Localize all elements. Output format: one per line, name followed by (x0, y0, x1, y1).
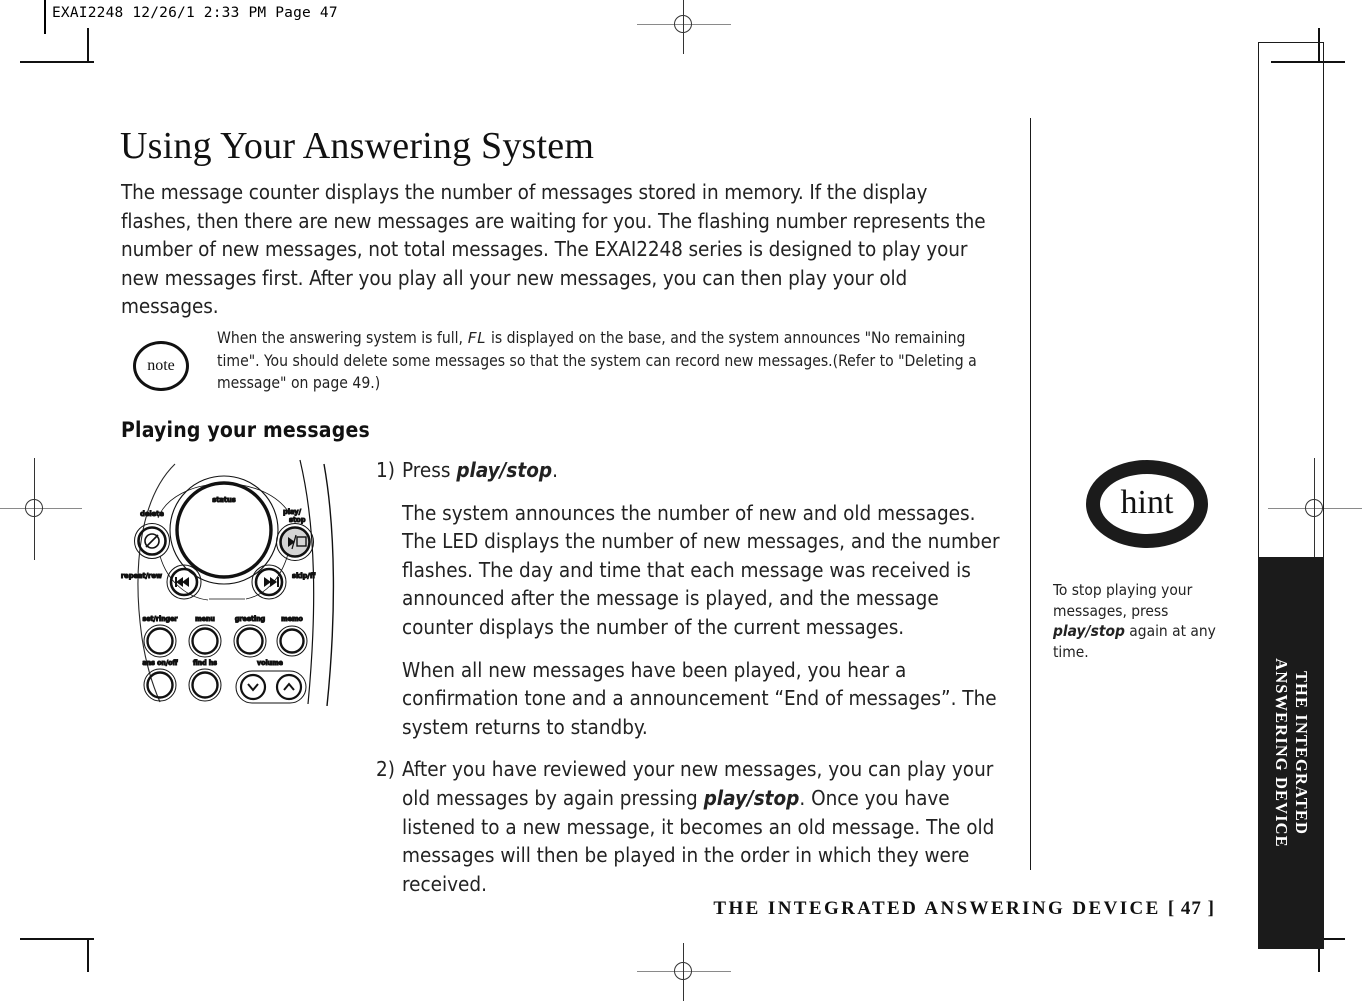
set-ringer-label: set/ringer (143, 615, 179, 623)
step-paragraph: The system announces the number of new a… (402, 500, 1000, 639)
note-lcd-value: FL (467, 329, 487, 347)
status-dial-outer-ring (169, 475, 279, 585)
crop-mark-bl-v (87, 938, 89, 972)
volume-label: volume (257, 659, 283, 667)
side-tab-line-2: ANSWERING DEVICE (1272, 658, 1291, 848)
rew-icon-tri-1 (182, 577, 189, 587)
rew-icon-tri-2 (176, 577, 183, 587)
menu-label: menu (195, 615, 215, 623)
body-outline-right-outer (323, 463, 335, 706)
step-lead-bold: play/stop (456, 458, 553, 482)
hint-text: To stop playing your messages, press pla… (1053, 580, 1221, 662)
memo-button (279, 628, 305, 654)
footer-running-head: THE INTEGRATED ANSWERING DEVICE (713, 898, 1161, 919)
step-body: After you have reviewed your new message… (402, 755, 1004, 898)
page-title: Using Your Answering System (120, 125, 595, 167)
side-tab-line-1: THE INTEGRATED (1292, 670, 1311, 836)
find-hs-label: find hs (193, 659, 217, 667)
printer-slug: EXAI2248 12/26/1 2:33 PM Page 47 (52, 5, 338, 21)
skip-ff-label: skip/ff (292, 571, 316, 580)
intro-paragraph: The message counter displays the number … (121, 180, 986, 318)
rew-icon-bar (175, 577, 177, 587)
delete-label: delete (140, 509, 164, 518)
note-text-before: When the answering system is full, (217, 329, 463, 347)
step-item-1: 1) Press play/stop. The system announces… (376, 456, 1004, 741)
crop-mark-tl-h (20, 61, 94, 63)
slug-rule (44, 0, 46, 34)
side-tab-label: THE INTEGRATED ANSWERING DEVICE (1258, 557, 1324, 949)
menu-button-outer (188, 624, 222, 658)
ans-on-off-label: ans on/off (142, 659, 178, 667)
set-ringer-button-outer (143, 624, 177, 658)
play-stop-label-line2: stop (289, 515, 306, 524)
note-text: When the answering system is full, FL is… (217, 327, 1005, 395)
status-label: status (212, 495, 236, 504)
hint-text-bold: play/stop (1053, 622, 1125, 640)
set-ringer-button (146, 627, 174, 655)
volume-up-icon (283, 682, 295, 691)
body-outline-right-inner (299, 459, 315, 705)
ans-on-off-button (146, 671, 174, 699)
note-callout: note When the answering system is full, … (133, 327, 1013, 395)
step-text-bold: play/stop (703, 785, 800, 810)
repeat-rew-label: repeat/rew (121, 571, 162, 580)
step-number: 1) (376, 458, 395, 482)
steps-list: 1) Press play/stop. The system announces… (376, 456, 1004, 912)
step-item-2: 2) After you have reviewed your new mess… (376, 755, 1004, 898)
memo-label: memo (281, 615, 303, 623)
step-body: Press play/stop. The system announces th… (402, 456, 1004, 741)
registration-mark-left (0, 458, 82, 560)
page-number: [ 47 ] (1167, 898, 1215, 919)
crop-mark-bl-h (20, 938, 94, 940)
step-paragraph: After you have reviewed your new message… (402, 755, 1004, 898)
greeting-button-outer (233, 624, 267, 658)
find-hs-button (191, 671, 219, 699)
ans-on-off-button-outer (143, 668, 177, 702)
step-lead-before: Press (402, 458, 457, 482)
find-hs-button-outer (188, 668, 222, 702)
registration-mark-top (637, 0, 731, 54)
note-badge-label: note (147, 357, 175, 374)
registration-mark-bottom (637, 943, 731, 1001)
volume-down-button (239, 673, 267, 701)
greeting-label: greeting (235, 615, 265, 623)
step-paragraph: When all new messages have been played, … (402, 657, 997, 739)
content-divider (1030, 118, 1032, 870)
section-subheading: Playing your messages (121, 418, 370, 442)
step-number: 2) (376, 757, 395, 782)
note-badge: note (133, 341, 189, 391)
delete-icon-slash (145, 534, 159, 548)
greeting-button (236, 627, 264, 655)
footer: THE INTEGRATED ANSWERING DEVICE [ 47 ] (0, 898, 1215, 920)
volume-up-button (275, 673, 303, 701)
hint-text-before: To stop playing your messages, press (1053, 581, 1193, 620)
ff-icon-bar (277, 577, 279, 587)
hint-badge-label: hint (1120, 484, 1174, 521)
volume-down-icon (247, 683, 259, 692)
manual-page: EXAI2248 12/26/1 2:33 PM Page 47 Using Y… (0, 0, 1365, 1001)
answering-machine-diagram: status delete play/ stop repeat/rew skip… (112, 458, 362, 706)
hint-badge: hint (1086, 460, 1208, 548)
crop-mark-tl-v (87, 28, 89, 62)
menu-button (191, 627, 219, 655)
step-lead-after: . (552, 458, 558, 482)
step-lead: Press play/stop. (402, 456, 1004, 485)
